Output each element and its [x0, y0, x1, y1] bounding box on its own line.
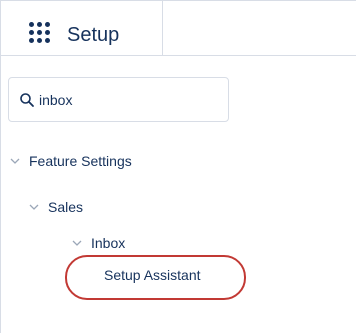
- app-launcher-waffle-icon[interactable]: [29, 22, 53, 46]
- search-icon: [20, 93, 34, 107]
- tree-item-sales[interactable]: Sales: [28, 197, 83, 217]
- tree-item-label: Feature Settings: [29, 153, 132, 169]
- header-empty-area: [163, 1, 356, 56]
- tree-item-feature-settings[interactable]: Feature Settings: [9, 151, 132, 171]
- tree-item-inbox[interactable]: Inbox: [71, 233, 125, 253]
- setup-header: Setup: [1, 1, 163, 56]
- tree-item-label: Inbox: [91, 235, 126, 251]
- chevron-down-icon[interactable]: [71, 237, 83, 249]
- search-input[interactable]: [39, 88, 219, 112]
- chevron-down-icon[interactable]: [28, 201, 40, 213]
- app-title: Setup: [67, 24, 120, 46]
- chevron-down-icon[interactable]: [9, 155, 21, 167]
- tree-item-label: Sales: [48, 199, 84, 215]
- setup-panel: Setup Feature Settings Sales Inbox Setup…: [0, 0, 356, 333]
- highlight-annotation-ring: [65, 255, 246, 300]
- quick-find-search[interactable]: [8, 77, 229, 122]
